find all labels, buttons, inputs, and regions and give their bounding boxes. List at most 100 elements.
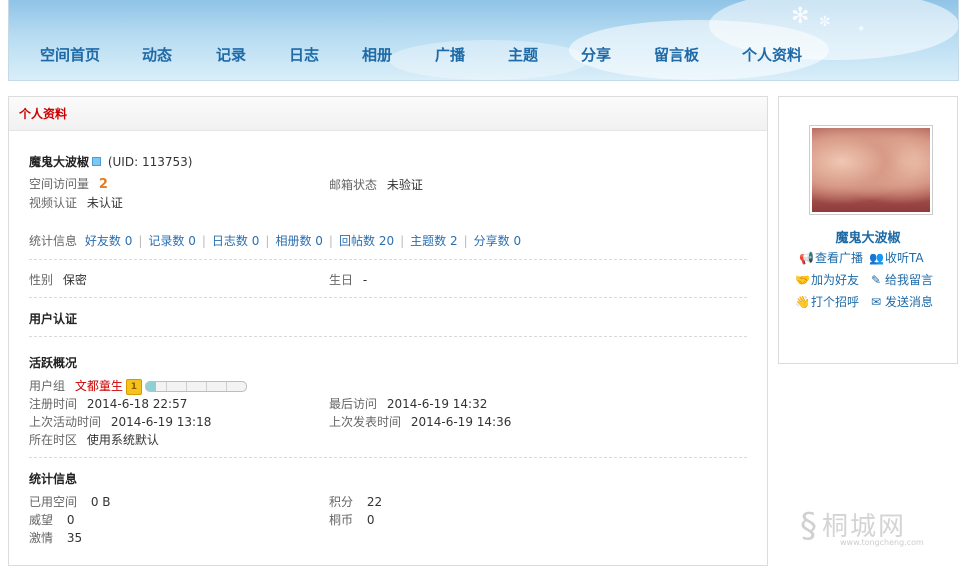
megaphone-icon: 📢 bbox=[799, 251, 814, 265]
last-post-row: 上次发表时间 2014-6-19 14:36 bbox=[329, 413, 511, 430]
star-rank-icon: 1 bbox=[125, 378, 142, 395]
watermark-url: www.tongcheng.com bbox=[840, 538, 924, 547]
group-progress-bar bbox=[144, 381, 247, 392]
leave-message-link[interactable]: ✎ 给我留言 bbox=[869, 271, 933, 288]
passion-row: 激情 35 bbox=[29, 529, 82, 546]
progress-tick bbox=[225, 382, 227, 391]
handshake-icon: 🤝 bbox=[795, 273, 810, 287]
profile-sidebar: 魔鬼大波椒 📢查看广播 👥收听TA 🤝加为好友 ✎ 给我留言 👋打个招呼 ✉ 发送消… bbox=[778, 96, 958, 364]
points-row: 积分 22 bbox=[329, 493, 382, 510]
group-link[interactable]: 文都童生 bbox=[75, 379, 123, 393]
view-broadcast-link[interactable]: 📢查看广播 bbox=[799, 249, 863, 266]
profile-panel: 个人资料 魔鬼大波椒 (UID: 113753) 空间访问量 2 邮箱状态 未验… bbox=[8, 96, 768, 566]
nav-blog[interactable]: 日志 bbox=[289, 44, 319, 65]
avatar-image bbox=[812, 128, 930, 212]
activity-heading: 活跃概况 bbox=[29, 356, 78, 370]
gender-value: 保密 bbox=[62, 273, 87, 287]
nav-records[interactable]: 记录 bbox=[216, 44, 246, 65]
stat-topics[interactable]: 主题数 2 bbox=[410, 234, 457, 248]
cert-heading: 用户认证 bbox=[29, 312, 78, 326]
nav-guestbook[interactable]: 留言板 bbox=[654, 44, 699, 65]
progress-tick bbox=[205, 382, 207, 391]
stat-shares[interactable]: 分享数 0 bbox=[474, 234, 521, 248]
visits-row: 空间访问量 2 bbox=[29, 175, 108, 192]
coins-row: 桐币 0 bbox=[329, 511, 374, 528]
avatar[interactable] bbox=[809, 125, 933, 215]
sidebar-username[interactable]: 魔鬼大波椒 bbox=[779, 227, 957, 246]
reg-label: 注册时间 bbox=[29, 397, 78, 411]
prestige-label: 威望 bbox=[29, 513, 54, 527]
last-post-label: 上次发表时间 bbox=[329, 415, 402, 429]
nav-broadcast[interactable]: 广播 bbox=[435, 44, 465, 65]
stats-links-row: 统计信息 好友数 0 | 记录数 0 | 日志数 0 | 相册数 0 | 回帖数 20 | 主题数 … bbox=[29, 232, 521, 249]
progress-tick bbox=[165, 382, 167, 391]
last-visit-label: 最后访问 bbox=[329, 397, 378, 411]
stat-replies[interactable]: 回帖数 20 bbox=[339, 234, 394, 248]
points-value: 22 bbox=[366, 495, 383, 509]
nav-topics[interactable]: 主题 bbox=[508, 44, 538, 65]
say-hello-link[interactable]: 👋打个招呼 bbox=[795, 293, 859, 310]
video-row: 视频认证 未认证 bbox=[29, 194, 123, 211]
separator: | bbox=[138, 234, 143, 248]
stats-bar-label: 统计信息 bbox=[29, 234, 78, 248]
video-label: 视频认证 bbox=[29, 196, 78, 210]
tz-label: 所在时区 bbox=[29, 433, 78, 447]
email-label: 邮箱状态 bbox=[329, 178, 378, 192]
send-message-link[interactable]: ✉ 发送消息 bbox=[869, 293, 933, 310]
add-friend-link[interactable]: 🤝加为好友 bbox=[795, 271, 859, 288]
pencil-icon: ✎ bbox=[870, 273, 882, 287]
video-value: 未认证 bbox=[86, 196, 123, 210]
group-label: 用户组 bbox=[29, 379, 66, 393]
birthday-label: 生日 bbox=[329, 273, 354, 287]
stat-blogs[interactable]: 日志数 0 bbox=[212, 234, 259, 248]
username-row: 魔鬼大波椒 (UID: 113753) bbox=[29, 153, 192, 170]
gender-label: 性别 bbox=[29, 273, 54, 287]
space-label: 已用空间 bbox=[29, 495, 78, 509]
space-header-banner: ✻ ✼ ✶ 空间首页 动态 记录 日志 相册 广播 主题 分享 留言板 个人资料 bbox=[8, 0, 959, 81]
follow-link[interactable]: 👥收听TA bbox=[869, 249, 924, 266]
gender-row: 性别 保密 bbox=[29, 271, 87, 288]
coins-label: 桐币 bbox=[329, 513, 354, 527]
visits-value: 2 bbox=[98, 177, 108, 192]
timezone-row: 所在时区 使用系统默认 bbox=[29, 431, 159, 448]
dandelion-icon: ✶ bbox=[857, 24, 866, 35]
username: 魔鬼大波椒 bbox=[29, 155, 90, 169]
email-value: 未验证 bbox=[386, 178, 423, 192]
stat-friends[interactable]: 好友数 0 bbox=[85, 234, 132, 248]
divider bbox=[29, 297, 747, 298]
nav-home[interactable]: 空间首页 bbox=[40, 44, 100, 65]
birthday-value: - bbox=[362, 273, 368, 287]
envelope-icon: ✉ bbox=[870, 295, 882, 309]
space-nav: 空间首页 动态 记录 日志 相册 广播 主题 分享 留言板 个人资料 bbox=[9, 44, 958, 66]
last-active-label: 上次活动时间 bbox=[29, 415, 102, 429]
nav-feed[interactable]: 动态 bbox=[142, 44, 172, 65]
dandelion-icon: ✼ bbox=[819, 14, 831, 30]
separator: | bbox=[328, 234, 333, 248]
nav-profile[interactable]: 个人资料 bbox=[742, 44, 802, 65]
points-label: 积分 bbox=[329, 495, 354, 509]
coins-value: 0 bbox=[366, 513, 375, 527]
stat-records[interactable]: 记录数 0 bbox=[148, 234, 195, 248]
stat-albums[interactable]: 相册数 0 bbox=[275, 234, 322, 248]
email-row: 邮箱状态 未验证 bbox=[329, 176, 423, 193]
space-title bbox=[29, 0, 359, 4]
tz-value: 使用系统默认 bbox=[86, 433, 159, 447]
passion-value: 35 bbox=[66, 531, 83, 545]
separator: | bbox=[201, 234, 206, 248]
divider bbox=[29, 457, 747, 458]
nav-share[interactable]: 分享 bbox=[581, 44, 611, 65]
prestige-value: 0 bbox=[66, 513, 75, 527]
divider bbox=[29, 336, 747, 337]
space-used-row: 已用空间 0 B bbox=[29, 493, 111, 510]
birthday-row: 生日 - bbox=[329, 271, 367, 288]
last-active-value: 2014-6-19 13:18 bbox=[110, 415, 212, 429]
visits-label: 空间访问量 bbox=[29, 177, 90, 191]
site-watermark: § 桐城网 www.tongcheng.com bbox=[800, 506, 924, 547]
user-uid: (UID: 113753) bbox=[107, 155, 193, 169]
panel-title: 个人资料 bbox=[9, 97, 767, 131]
separator: | bbox=[400, 234, 405, 248]
nav-album[interactable]: 相册 bbox=[362, 44, 392, 65]
users-icon: 👥 bbox=[869, 251, 884, 265]
wave-icon: 👋 bbox=[795, 295, 810, 309]
space-value: 0 B bbox=[90, 495, 111, 509]
